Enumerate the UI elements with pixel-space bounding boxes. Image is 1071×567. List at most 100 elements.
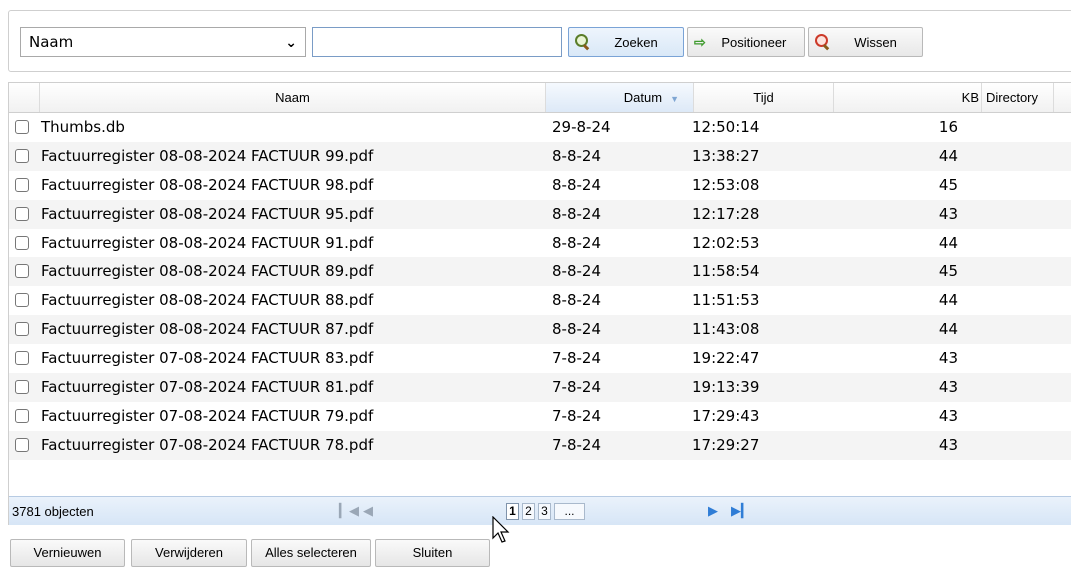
file-time: 19:22:47	[692, 349, 760, 368]
file-time: 12:02:53	[692, 233, 760, 252]
row-checkbox[interactable]	[15, 206, 29, 221]
select-all-button[interactable]: Alles selecteren	[251, 539, 371, 567]
file-size-kb: 43	[938, 204, 958, 223]
header-kb[interactable]: KB	[834, 83, 982, 112]
file-date: 7-8-24	[552, 378, 601, 397]
file-size-kb: 43	[938, 435, 958, 454]
row-checkbox[interactable]	[15, 264, 29, 279]
search-field-value: Naam	[29, 33, 74, 51]
previous-page-icon[interactable]: ◀	[363, 503, 373, 519]
table-row[interactable]: Factuurregister 08-08-2024 FACTUUR 91.pd…	[9, 229, 1071, 258]
file-time: 11:43:08	[692, 320, 760, 339]
row-checkbox[interactable]	[15, 408, 29, 423]
position-button-label: Positioneer	[721, 34, 787, 50]
file-grid: Naam Datum ▼ Tijd KB Directory Thumbs.db 2…	[8, 82, 1071, 525]
file-time: 11:58:54	[692, 262, 760, 281]
file-name: Factuurregister 08-08-2024 FACTUUR 95.pd…	[41, 204, 374, 223]
delete-button[interactable]: Verwijderen	[131, 539, 247, 567]
file-size-kb: 43	[938, 406, 958, 425]
file-name: Factuurregister 07-08-2024 FACTUUR 78.pd…	[41, 435, 374, 454]
header-time[interactable]: Tijd	[694, 83, 834, 112]
file-time: 12:50:14	[692, 118, 760, 136]
table-row[interactable]: Factuurregister 07-08-2024 FACTUUR 78.pd…	[9, 430, 1071, 460]
file-name: Factuurregister 08-08-2024 FACTUUR 99.pd…	[41, 146, 374, 165]
file-name: Factuurregister 07-08-2024 FACTUUR 83.pd…	[41, 349, 374, 368]
clear-search-icon	[815, 34, 831, 51]
table-row[interactable]: Factuurregister 08-08-2024 FACTUUR 98.pd…	[9, 171, 1071, 200]
row-checkbox[interactable]	[15, 437, 29, 452]
file-date: 29-8-24	[552, 118, 611, 136]
close-button[interactable]: Sluiten	[375, 539, 490, 567]
file-size-kb: 45	[938, 262, 958, 281]
row-checkbox[interactable]	[15, 293, 29, 308]
table-row[interactable]: Thumbs.db 29-8-24 12:50:14 16	[9, 113, 1071, 142]
header-directory[interactable]: Directory	[982, 83, 1054, 112]
file-size-kb: 16	[938, 118, 958, 136]
table-row[interactable]: Factuurregister 07-08-2024 FACTUUR 83.pd…	[9, 344, 1071, 373]
file-date: 8-8-24	[552, 146, 601, 165]
object-count: 3781 objecten	[12, 504, 94, 519]
file-name: Factuurregister 07-08-2024 FACTUUR 79.pd…	[41, 406, 374, 425]
last-page-icon[interactable]: ▶▎	[731, 503, 751, 519]
file-size-kb: 44	[938, 233, 958, 252]
search-field-select[interactable]: Naam ⌄	[20, 27, 306, 57]
file-name: Factuurregister 08-08-2024 FACTUUR 88.pd…	[41, 291, 374, 310]
pager-bar: 3781 objecten ▎◀ ◀ 1 2 3... ▶ ▶▎	[9, 496, 1071, 525]
position-button[interactable]: ⇨ Positioneer	[687, 27, 805, 57]
file-name: Factuurregister 07-08-2024 FACTUUR 81.pd…	[41, 378, 374, 397]
table-row[interactable]: Factuurregister 08-08-2024 FACTUUR 99.pd…	[9, 141, 1071, 171]
page-number-link[interactable]: 2	[522, 503, 535, 520]
file-name: Factuurregister 08-08-2024 FACTUUR 91.pd…	[41, 233, 374, 252]
page-number-link[interactable]: ...	[554, 503, 585, 520]
file-date: 8-8-24	[552, 320, 601, 339]
table-row[interactable]: Factuurregister 08-08-2024 FACTUUR 88.pd…	[9, 286, 1071, 315]
file-name: Thumbs.db	[41, 118, 125, 136]
search-button[interactable]: Zoeken	[568, 27, 684, 57]
file-date: 8-8-24	[552, 233, 601, 252]
file-date: 8-8-24	[552, 291, 601, 310]
table-row[interactable]: Factuurregister 07-08-2024 FACTUUR 81.pd…	[9, 373, 1071, 402]
table-row[interactable]: Factuurregister 08-08-2024 FACTUUR 95.pd…	[9, 199, 1071, 229]
row-checkbox[interactable]	[15, 322, 29, 337]
header-directory-label: Directory	[986, 90, 1039, 105]
file-date: 8-8-24	[552, 175, 601, 194]
file-name: Factuurregister 08-08-2024 FACTUUR 87.pd…	[41, 320, 374, 339]
file-time: 12:53:08	[692, 175, 760, 194]
row-checkbox[interactable]	[15, 235, 29, 250]
row-checkbox[interactable]	[15, 177, 29, 192]
clear-button[interactable]: Wissen	[808, 27, 923, 57]
file-date: 7-8-24	[552, 406, 601, 425]
header-name[interactable]: Naam	[40, 83, 546, 112]
grid-header: Naam Datum ▼ Tijd KB Directory	[9, 83, 1071, 113]
file-date: 7-8-24	[552, 435, 601, 454]
file-name: Factuurregister 08-08-2024 FACTUUR 89.pd…	[41, 262, 374, 281]
file-size-kb: 44	[938, 291, 958, 310]
file-size-kb: 43	[938, 349, 958, 368]
refresh-button[interactable]: Vernieuwen	[10, 539, 125, 567]
next-page-icon[interactable]: ▶	[708, 503, 718, 519]
row-checkbox[interactable]	[15, 380, 29, 395]
table-row[interactable]: Factuurregister 08-08-2024 FACTUUR 89.pd…	[9, 257, 1071, 287]
file-date: 8-8-24	[552, 204, 601, 223]
file-time: 19:13:39	[692, 378, 760, 397]
header-kb-label: KB	[961, 90, 979, 105]
file-size-kb: 44	[938, 146, 958, 165]
table-row[interactable]: Factuurregister 07-08-2024 FACTUUR 79.pd…	[9, 402, 1071, 431]
first-page-icon[interactable]: ▎◀	[339, 503, 359, 519]
header-date[interactable]: Datum ▼	[546, 83, 694, 112]
sort-descending-icon: ▼	[670, 94, 679, 104]
table-row[interactable]: Factuurregister 08-08-2024 FACTUUR 87.pd…	[9, 315, 1071, 345]
row-checkbox[interactable]	[15, 120, 29, 134]
mouse-cursor-icon	[492, 516, 510, 543]
file-date: 7-8-24	[552, 349, 601, 368]
grid-body: Thumbs.db 29-8-24 12:50:14 16 Factuurregiste…	[9, 113, 1071, 460]
clear-button-label: Wissen	[854, 34, 897, 50]
row-checkbox[interactable]	[15, 351, 29, 366]
file-time: 12:17:28	[692, 204, 760, 223]
header-time-label: Tijd	[753, 90, 774, 105]
file-size-kb: 45	[938, 175, 958, 194]
search-input[interactable]	[312, 27, 562, 57]
row-checkbox[interactable]	[15, 148, 29, 163]
page-number-link[interactable]: 3	[538, 503, 551, 520]
header-checkbox-column[interactable]	[9, 83, 40, 112]
